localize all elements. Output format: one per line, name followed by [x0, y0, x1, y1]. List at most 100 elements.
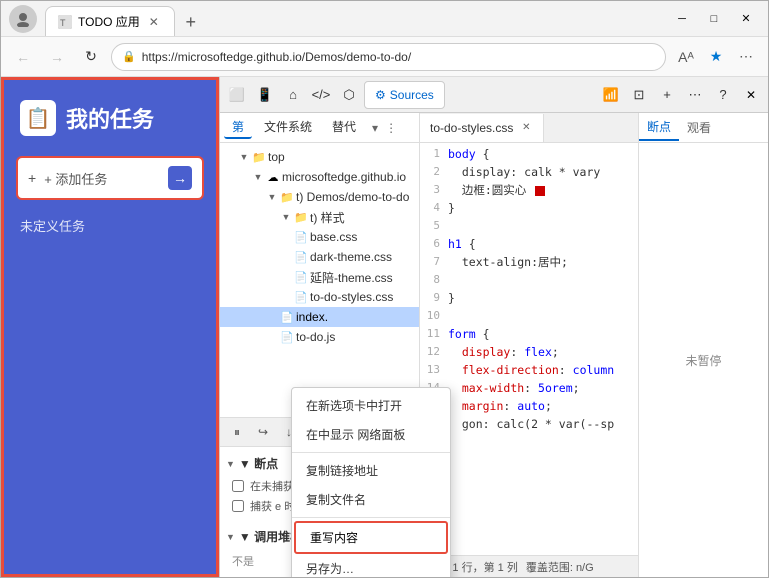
active-tab[interactable]: T TODO 应用 ✕	[45, 6, 175, 36]
coverage-text: 覆盖范围: n/G	[526, 559, 594, 575]
ctx-override-content[interactable]: 重写内容	[294, 521, 448, 554]
devtools-add-icon[interactable]: +	[654, 82, 680, 108]
profile-icon[interactable]	[9, 5, 37, 33]
tree-item-base-css[interactable]: 📄 base.css	[220, 227, 419, 247]
tree-item-demos[interactable]: ▼ 📁 t) Demos/demo-to-do	[220, 187, 419, 207]
coverage-indicator[interactable]: 覆盖范围: n/G	[526, 559, 594, 575]
browser-body: 📋 我的任务 + + 添加任务 → 未定义任务 ⬜ 📱 ⌂ </> ⬡ ⚙ S	[1, 77, 768, 577]
breakpoints-arrow-icon: ▼	[226, 459, 235, 469]
favorites-icon[interactable]: ★	[702, 43, 730, 71]
devtools-device-button[interactable]: 📱	[252, 82, 278, 108]
todo-title: 我的任务	[66, 102, 154, 134]
ctx-save-as[interactable]: 另存为…	[292, 554, 450, 577]
tree-label-index: index.	[296, 310, 328, 324]
file-tree-tab-filesystem[interactable]: 文件系统	[256, 116, 320, 139]
address-bar[interactable]: 🔒 https://microsoftedge.github.io/Demos/…	[111, 43, 666, 71]
line-number-3: 3	[420, 181, 448, 199]
tree-label-demos: t) Demos/demo-to-do	[296, 190, 409, 204]
tree-arrow-demos: ▼	[266, 191, 278, 203]
nav-icons: Aᴬ ★ ⋯	[672, 43, 760, 71]
add-task-bar[interactable]: + + 添加任务 →	[16, 156, 204, 200]
devtools-help-button[interactable]: ?	[710, 82, 736, 108]
line-content-1: body {	[448, 145, 638, 163]
context-menu: 在新选项卡中打开 在中显示 网络面板 复制链接地址 复制文件名 重写内容 另存为…	[291, 387, 451, 577]
css-icon-todo: 📄	[294, 290, 308, 304]
devtools-inspect-button[interactable]: ⬜	[224, 82, 250, 108]
file-tree-tab-page[interactable]: 第	[224, 116, 252, 139]
read-aloud-icon[interactable]: Aᴬ	[672, 43, 700, 71]
todo-panel: 📋 我的任务 + + 添加任务 → 未定义任务	[1, 77, 219, 577]
code-editor[interactable]: 1 body { 2 display: calk * vary 3 边框:圆实心	[420, 143, 638, 555]
minimize-button[interactable]: ─	[668, 9, 696, 29]
devtools-network-tab[interactable]: ⬡	[336, 82, 362, 108]
line-content-16: gon: calc(2 * var(--sp	[448, 415, 638, 433]
tree-item-domain[interactable]: ▼ ☁ microsoftedge.github.io	[220, 167, 419, 187]
tab-favicon: T	[58, 15, 72, 29]
tree-item-todo-js[interactable]: 📄 to-do.js	[220, 327, 419, 347]
devtools-close-button[interactable]: ✕	[738, 82, 764, 108]
code-tab-todo-css[interactable]: to-do-styles.css ✕	[420, 114, 544, 142]
forward-button[interactable]: →	[43, 43, 71, 71]
sources-icon: ⚙	[375, 88, 386, 102]
ctx-open-new-tab[interactable]: 在新选项卡中打开	[292, 391, 450, 420]
line-content-11: form {	[448, 325, 638, 343]
tree-label-todo-css: to-do-styles.css	[310, 290, 393, 304]
devtools-sources-tab[interactable]: ⚙ Sources	[364, 81, 445, 109]
devtools-elements-tab[interactable]: ⌂	[280, 82, 306, 108]
devtools-more-button[interactable]: ⋯	[682, 82, 708, 108]
ctx-show-network[interactable]: 在中显示 网络面板	[292, 420, 450, 449]
step-over-icon[interactable]: ↪	[252, 421, 274, 443]
breakpoint-uncaught-checkbox[interactable]	[232, 480, 244, 492]
line-content-9: }	[448, 289, 638, 307]
right-panel-body: 未暂停	[639, 143, 768, 577]
file-tree-dropdown-button[interactable]: ▾	[372, 121, 378, 135]
line-number-11: 11	[420, 325, 448, 343]
css-icon-ext: 📄	[294, 270, 308, 284]
tree-item-styles[interactable]: ▼ 📁 t) 样式	[220, 207, 419, 227]
line-number-13: 13	[420, 361, 448, 379]
line-number-5: 5	[420, 217, 448, 235]
line-content-7: text-align:居中;	[448, 253, 638, 271]
tree-item-top[interactable]: ▼ 📁 top	[220, 147, 419, 167]
devtools-console-tab[interactable]: </>	[308, 82, 334, 108]
tree-item-ext-css[interactable]: 📄 延陪-theme.css	[220, 267, 419, 287]
file-tree-tab-overrides[interactable]: 替代	[324, 116, 364, 139]
file-tree-options-button[interactable]: ⋮	[382, 119, 400, 137]
line-content-15: margin: auto;	[448, 397, 638, 415]
line-number-4: 4	[420, 199, 448, 217]
code-tab-close-button[interactable]: ✕	[519, 121, 533, 135]
tab-close-button[interactable]: ✕	[146, 14, 162, 30]
devtools-cast-icon[interactable]: ⊡	[626, 82, 652, 108]
pause-icon[interactable]: ⏸	[226, 421, 248, 443]
file-tree-tabs: 第 文件系统 替代 ▾ ⋮	[220, 113, 419, 143]
line-content-12: display: flex;	[448, 343, 638, 361]
tree-item-dark-css[interactable]: 📄 dark-theme.css	[220, 247, 419, 267]
scope-tab[interactable]: 断点	[639, 114, 679, 141]
line-number-8: 8	[420, 271, 448, 289]
close-window-button[interactable]: ✕	[732, 9, 760, 29]
devtools-wifi-icon[interactable]: 📶	[598, 82, 624, 108]
line-number-9: 9	[420, 289, 448, 307]
code-line-12: 12 display: flex;	[420, 343, 638, 361]
watch-tab[interactable]: 观看	[679, 115, 719, 140]
folder-icon-demos: 📁	[280, 190, 294, 204]
css-icon-base: 📄	[294, 230, 308, 244]
code-line-2: 2 display: calk * vary	[420, 163, 638, 181]
code-line-1: 1 body {	[420, 145, 638, 163]
add-task-arrow-button[interactable]: →	[168, 166, 192, 190]
breakpoint-caught-checkbox[interactable]	[232, 500, 244, 512]
tree-label-todo-js: to-do.js	[296, 330, 335, 344]
ctx-copy-filename[interactable]: 复制文件名	[292, 485, 450, 514]
ctx-copy-link[interactable]: 复制链接地址	[292, 456, 450, 485]
tree-item-index[interactable]: 📄 index.	[220, 307, 419, 327]
refresh-button[interactable]: ↻	[77, 43, 105, 71]
maximize-button[interactable]: □	[700, 9, 728, 29]
new-tab-button[interactable]: +	[177, 8, 205, 36]
add-task-label: + 添加任务	[44, 169, 160, 188]
more-menu-button[interactable]: ⋯	[732, 43, 760, 71]
code-line-4: 4 }	[420, 199, 638, 217]
back-button[interactable]: ←	[9, 43, 37, 71]
code-line-15: 15 margin: auto;	[420, 397, 638, 415]
tree-item-todo-css[interactable]: 📄 to-do-styles.css	[220, 287, 419, 307]
line-number-1: 1	[420, 145, 448, 163]
